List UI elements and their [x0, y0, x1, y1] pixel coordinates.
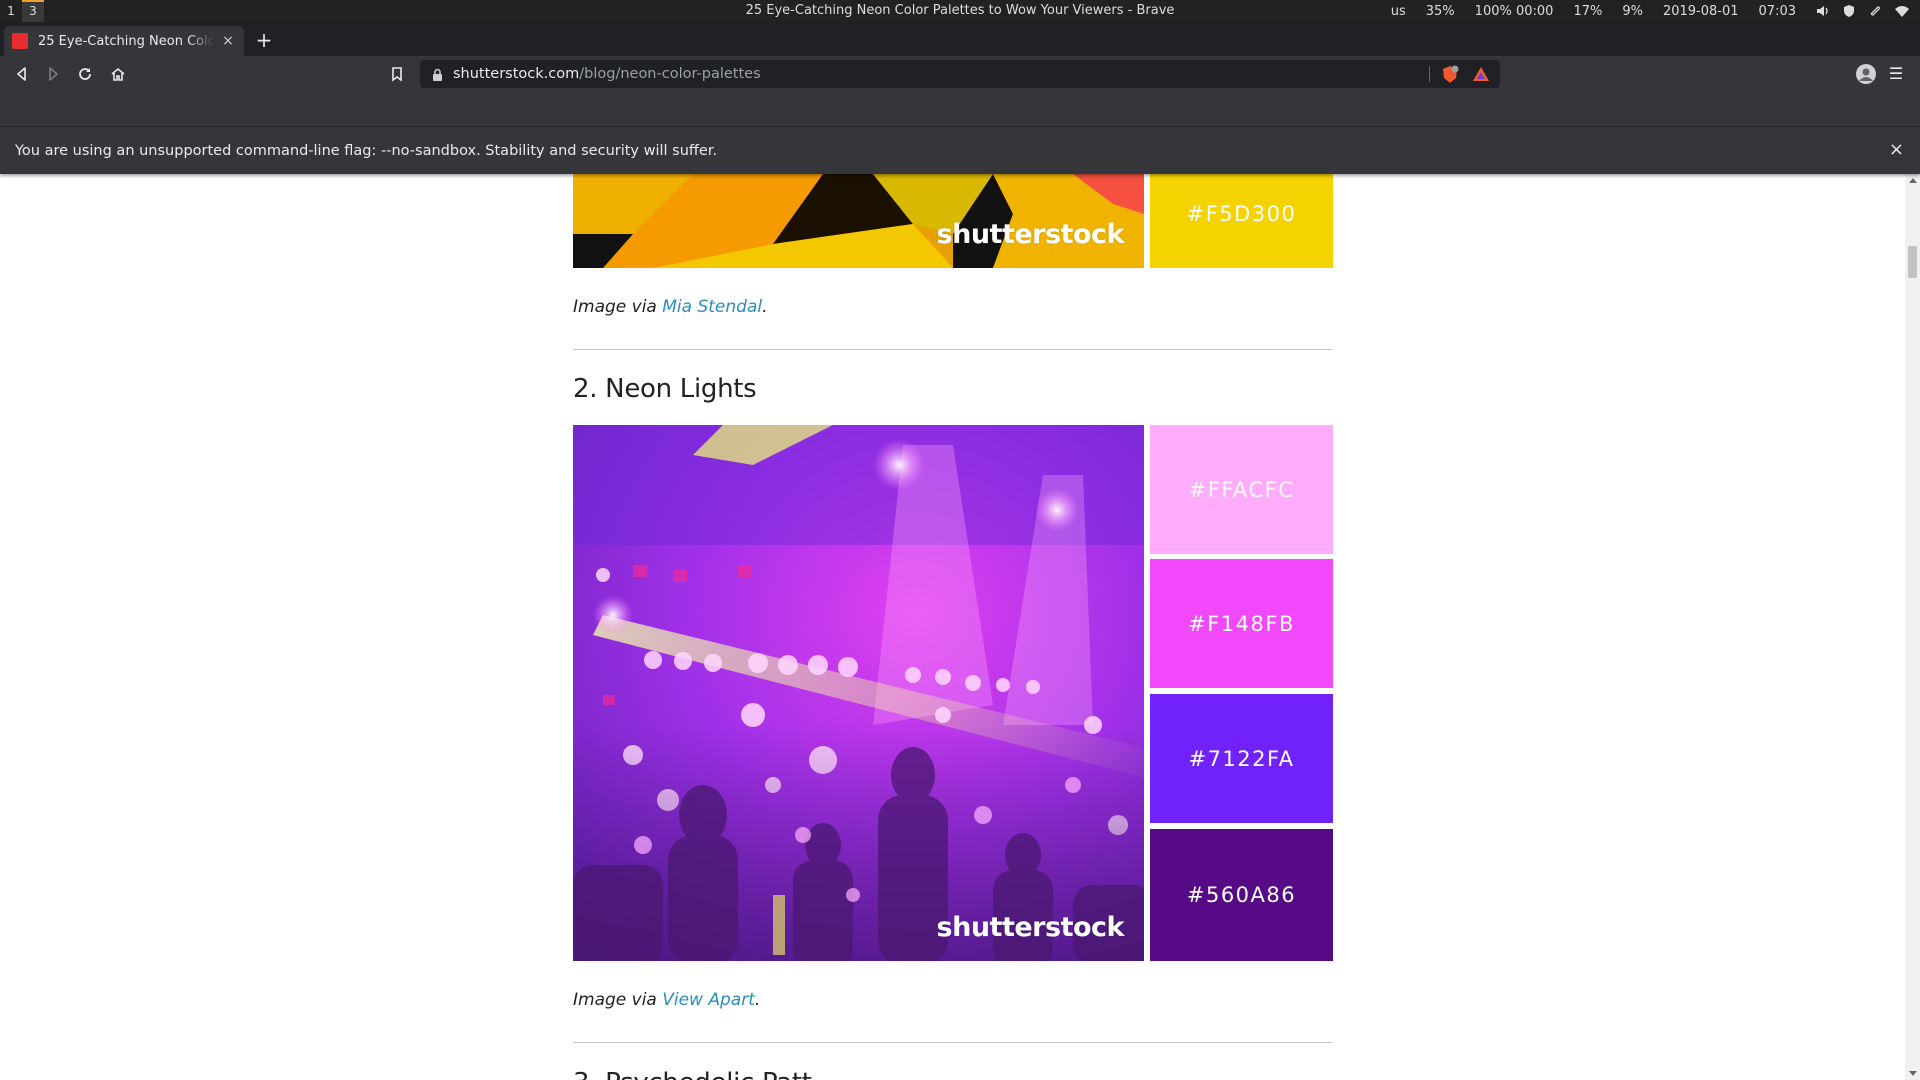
caption-suffix: . [754, 990, 761, 1010]
palette-1-caption: Image via Mia Stendal. [573, 297, 768, 317]
swatch-hex-label: #FFACFC [1188, 477, 1295, 502]
battery-status: 100% 00:00 [1474, 3, 1554, 19]
palette-3-heading: 3. Psychedelic Patt [573, 1068, 812, 1080]
tab-title: 25 Eye-Catching Neon Color Palettes to W… [38, 33, 214, 49]
scroll-up-arrow-icon[interactable] [1909, 178, 1917, 183]
scroll-down-arrow-icon[interactable] [1909, 1071, 1917, 1076]
section-divider [573, 1042, 1333, 1043]
palette-2-heading: 2. Neon Lights [573, 374, 757, 404]
swatch-hex-label: #F5D300 [1186, 202, 1297, 226]
shutterstock-favicon-icon [12, 33, 28, 49]
caption-suffix: . [762, 297, 768, 317]
system-tray [1816, 4, 1910, 18]
time: 07:03 [1758, 3, 1796, 19]
volume-level: 35% [1425, 3, 1455, 19]
url-path: /blog/neon-color-palettes [579, 66, 761, 82]
lock-icon [433, 68, 442, 81]
date: 2019-08-01 [1662, 3, 1739, 19]
home-icon [111, 67, 125, 81]
infobar-close-button[interactable]: × [1889, 141, 1904, 159]
warning-infobar: You are using an unsupported command-lin… [0, 126, 1920, 174]
new-tab-button[interactable]: + [252, 29, 276, 53]
wifi-icon[interactable] [1894, 4, 1910, 18]
caption-prefix: Image via [573, 990, 663, 1010]
swatch-hex-label: #F148FB [1188, 611, 1295, 636]
forward-button[interactable] [41, 62, 65, 86]
reload-button[interactable] [73, 62, 97, 86]
palette-1-swatch: #F5D300 [1150, 174, 1333, 268]
paperclip-icon[interactable] [1868, 4, 1882, 18]
tab-active[interactable]: 25 Eye-Catching Neon Color Palettes to W… [4, 26, 244, 56]
caption-prefix: Image via [573, 297, 663, 317]
photographer-link-view-apart[interactable]: View Apart [662, 990, 755, 1010]
shield-tray-icon[interactable] [1842, 4, 1856, 18]
palette-2-swatch-3: #7122FA [1150, 694, 1333, 823]
palette-2-swatch-1: #FFACFC [1150, 425, 1333, 554]
forward-arrow-icon [49, 67, 58, 81]
cpu-usage: 17% [1573, 3, 1603, 19]
shutterstock-watermark: shutterstock [936, 219, 1125, 250]
workspace-3-button[interactable]: 3 [22, 0, 44, 22]
browser-menu-button[interactable]: ☰ [1886, 64, 1906, 84]
home-button[interactable] [106, 62, 130, 86]
tab-strip: 25 Eye-Catching Neon Color Palettes to W… [0, 22, 1920, 56]
scrollbar-thumb[interactable] [1908, 246, 1917, 278]
workspace-1-button[interactable]: 1 [0, 0, 22, 22]
palette-2-photo: shutterstock [573, 425, 1144, 961]
palette-1-photo: shutterstock [573, 174, 1144, 268]
section-divider [573, 349, 1333, 350]
reload-icon [79, 68, 91, 80]
address-bar-divider [1429, 66, 1430, 82]
palette-2-swatch-2: #F148FB [1150, 559, 1333, 688]
shutterstock-watermark: shutterstock [936, 912, 1125, 943]
bookmark-icon [392, 67, 402, 82]
status-area: us 35% 100% 00:00 17% 9% 2019-08-01 07:0… [1391, 0, 1910, 22]
palette-2-caption: Image via View Apart. [573, 990, 760, 1010]
tab-close-button[interactable]: × [220, 33, 236, 49]
back-arrow-icon [17, 67, 26, 81]
profile-avatar-icon[interactable] [1856, 64, 1876, 84]
url-text[interactable]: shutterstock.com/blog/neon-color-palette… [453, 66, 761, 82]
photographer-link-mia-stendal[interactable]: Mia Stendal [662, 297, 762, 317]
system-top-bar: 1 3 25 Eye-Catching Neon Color Palettes … [0, 0, 1920, 22]
palette-2-swatch-4: #560A86 [1150, 829, 1333, 961]
swatch-hex-label: #560A86 [1186, 883, 1297, 907]
brave-rewards-icon[interactable] [1472, 65, 1490, 83]
brave-shields-icon[interactable] [1440, 65, 1460, 85]
address-bar[interactable]: shutterstock.com/blog/neon-color-palette… [420, 60, 1500, 88]
bookmarks-bar-area [0, 92, 1920, 126]
back-button[interactable] [10, 62, 34, 86]
swatch-hex-label: #7122FA [1188, 746, 1295, 771]
keyboard-layout: us [1390, 3, 1406, 19]
page-scrollbar[interactable] [1905, 174, 1920, 1080]
url-domain: shutterstock.com [453, 66, 580, 82]
memory-usage: 9% [1622, 3, 1643, 19]
infobar-message: You are using an unsupported command-lin… [15, 142, 718, 159]
speaker-icon[interactable] [1816, 4, 1830, 18]
browser-toolbar: shutterstock.com/blog/neon-color-palette… [0, 56, 1920, 92]
page-viewport: shutterstock #F5D300 Image via Mia Stend… [0, 174, 1905, 1080]
bookmark-button[interactable] [385, 62, 409, 86]
